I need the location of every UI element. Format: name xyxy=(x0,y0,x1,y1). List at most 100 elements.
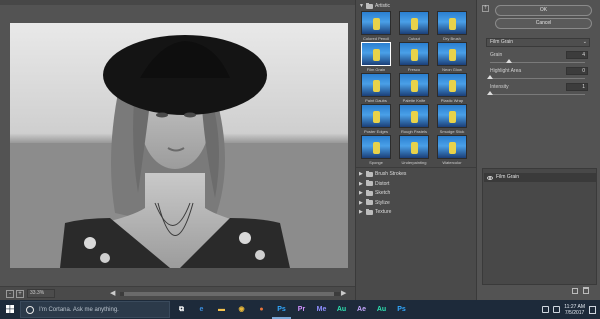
cortana-icon xyxy=(26,306,34,314)
folder-row[interactable]: ▶ Distort xyxy=(359,180,389,188)
filter-thumbnail-label: Dry Brush xyxy=(443,36,461,41)
start-button[interactable] xyxy=(0,300,20,319)
slider-knob[interactable] xyxy=(487,91,493,95)
filter-type-select[interactable]: Film Grain ⌄ xyxy=(486,38,590,47)
folder-row[interactable]: ▶ Stylize xyxy=(359,199,390,207)
media-encoder-icon[interactable]: Me xyxy=(315,303,328,316)
cancel-button[interactable]: Cancel xyxy=(495,18,592,29)
filter-thumbnail[interactable]: Fresco xyxy=(399,42,429,75)
filter-thumbnail-label: Cutout xyxy=(408,36,420,41)
expanded-triangle-icon: ▼ xyxy=(359,3,364,9)
horizontal-scrollbar[interactable] xyxy=(120,292,340,296)
audition-icon[interactable]: Au xyxy=(335,303,348,316)
filter-type-value: Film Grain xyxy=(490,39,514,45)
param-value-field[interactable]: 4 xyxy=(566,51,588,59)
filter-thumbnail[interactable]: Watercolor xyxy=(437,135,467,168)
system-tray: 11:27 AM 7/5/2017 xyxy=(542,302,596,317)
slider-knob[interactable] xyxy=(506,59,512,63)
filter-thumbnail[interactable]: Plastic Wrap xyxy=(437,73,467,106)
param-label: Highlight Area xyxy=(490,68,522,74)
filter-thumbnail[interactable]: Dry Brush xyxy=(437,11,467,44)
folder-label: Sketch xyxy=(375,190,391,196)
chrome-icon[interactable]: ◉ xyxy=(235,303,248,316)
filter-thumbnail-label: Smudge Stick xyxy=(439,129,465,134)
photoshop-icon[interactable]: Ps xyxy=(272,303,291,319)
collapsed-triangle-icon: ▶ xyxy=(359,209,363,215)
clock-date: 7/5/2017 xyxy=(564,309,585,316)
filter-thumbnail[interactable]: Underpainting xyxy=(399,135,429,168)
folder-row[interactable]: ▶ Sketch xyxy=(359,189,390,197)
slider-knob[interactable] xyxy=(487,75,493,79)
param-value-field[interactable]: 0 xyxy=(566,67,588,75)
action-center-icon[interactable] xyxy=(589,305,596,314)
filter-thumbnail[interactable]: Colored Pencil xyxy=(361,11,391,44)
volume-icon[interactable] xyxy=(553,306,561,313)
preview-area: - + 33.3% ◀ ▶ xyxy=(0,0,355,300)
zoom-in-button[interactable]: + xyxy=(16,290,24,298)
param-slider[interactable] xyxy=(490,59,585,63)
photoshop-2-icon[interactable]: Ps xyxy=(395,303,408,316)
collapse-gallery-icon[interactable]: ⇡ xyxy=(482,5,489,12)
param-label: Grain xyxy=(490,52,503,58)
filter-thumbnail-label: Palette Knife xyxy=(402,98,426,103)
filter-settings-panel: ⇡ OK Cancel Film Grain ⌄ Grain 4 Highlight… xyxy=(476,0,600,300)
ok-button[interactable]: OK xyxy=(495,5,592,16)
filter-preview-image xyxy=(361,73,391,97)
filter-thumbnail[interactable]: Rough Pastels xyxy=(399,104,429,137)
clock[interactable]: 11:27 AM 7/5/2017 xyxy=(564,304,585,316)
filter-preview-image xyxy=(399,11,429,35)
after-effects-icon[interactable]: Ae xyxy=(355,303,368,316)
filter-thumbnail-label: Underpainting xyxy=(401,160,427,165)
filter-thumbnail[interactable]: Smudge Stick xyxy=(437,104,467,137)
filter-thumbnail[interactable]: Palette Knife xyxy=(399,73,429,106)
cortana-search-box[interactable]: I'm Cortana. Ask me anything. xyxy=(20,301,170,318)
param-slider[interactable] xyxy=(487,75,585,79)
scroll-left-arrow-icon[interactable]: ◀ xyxy=(110,289,115,297)
param-value-field[interactable]: 1 xyxy=(566,83,588,91)
collapsed-triangle-icon: ▶ xyxy=(359,171,363,177)
folder-label: Texture xyxy=(375,209,392,215)
folder-label: Stylize xyxy=(375,199,390,206)
filter-preview-image xyxy=(437,104,467,128)
filter-thumbnail[interactable]: Cutout xyxy=(399,11,429,44)
filter-preview-image xyxy=(361,104,391,128)
filter-thumbnail[interactable]: Poster Edges xyxy=(361,104,391,137)
windows-taskbar: I'm Cortana. Ask me anything. ⧉ e ▬ ◉ ● Ps Pr M… xyxy=(0,300,600,319)
folder-icon xyxy=(366,189,373,196)
filter-thumbnail-label: Film Grain xyxy=(366,67,386,72)
folder-artistic[interactable]: ▼ Artistic xyxy=(359,2,390,10)
eye-icon[interactable] xyxy=(487,176,493,180)
effect-layer-label: Film Grain xyxy=(496,174,520,180)
filter-preview-image xyxy=(361,42,391,66)
folder-icon xyxy=(366,180,373,186)
image-preview[interactable] xyxy=(10,23,348,268)
network-icon[interactable] xyxy=(542,306,550,313)
folder-row[interactable]: ▶ Brush Strokes xyxy=(359,170,406,178)
scrollbar-thumb[interactable] xyxy=(124,292,334,296)
filter-preview-image xyxy=(361,135,391,159)
new-effect-layer-icon[interactable] xyxy=(572,288,578,294)
delete-effect-layer-icon[interactable] xyxy=(583,287,589,294)
edge-icon[interactable]: e xyxy=(195,303,208,316)
filter-preview-image xyxy=(361,11,391,35)
filter-thumbnail[interactable]: Paint Daubs xyxy=(361,73,391,106)
filter-preview-image xyxy=(399,135,429,159)
folder-row[interactable]: ▶ Texture xyxy=(359,208,391,216)
scroll-right-arrow-icon[interactable]: ▶ xyxy=(341,289,346,297)
filter-thumbnail-label: Rough Pastels xyxy=(400,129,427,134)
param-slider[interactable] xyxy=(487,91,585,95)
windows-logo-icon xyxy=(6,305,14,313)
filter-thumbnail[interactable]: Neon Glow xyxy=(437,42,467,75)
search-placeholder: I'm Cortana. Ask me anything. xyxy=(39,307,119,313)
filter-thumbnail[interactable]: Sponge xyxy=(361,135,391,168)
filter-thumbnail-label: Colored Pencil xyxy=(362,36,389,41)
task-view-icon[interactable]: ⧉ xyxy=(175,303,188,316)
file-explorer-icon[interactable]: ▬ xyxy=(215,303,228,316)
audition-2-icon[interactable]: Au xyxy=(375,303,388,316)
filter-thumbnail[interactable]: Film Grain xyxy=(361,42,391,75)
zoom-out-button[interactable]: - xyxy=(6,290,14,298)
filter-thumbnail-label: Plastic Wrap xyxy=(440,98,464,103)
premiere-icon[interactable]: Pr xyxy=(295,303,308,316)
effect-layer-row[interactable]: Film Grain xyxy=(484,173,596,182)
firefox-icon[interactable]: ● xyxy=(255,303,268,316)
